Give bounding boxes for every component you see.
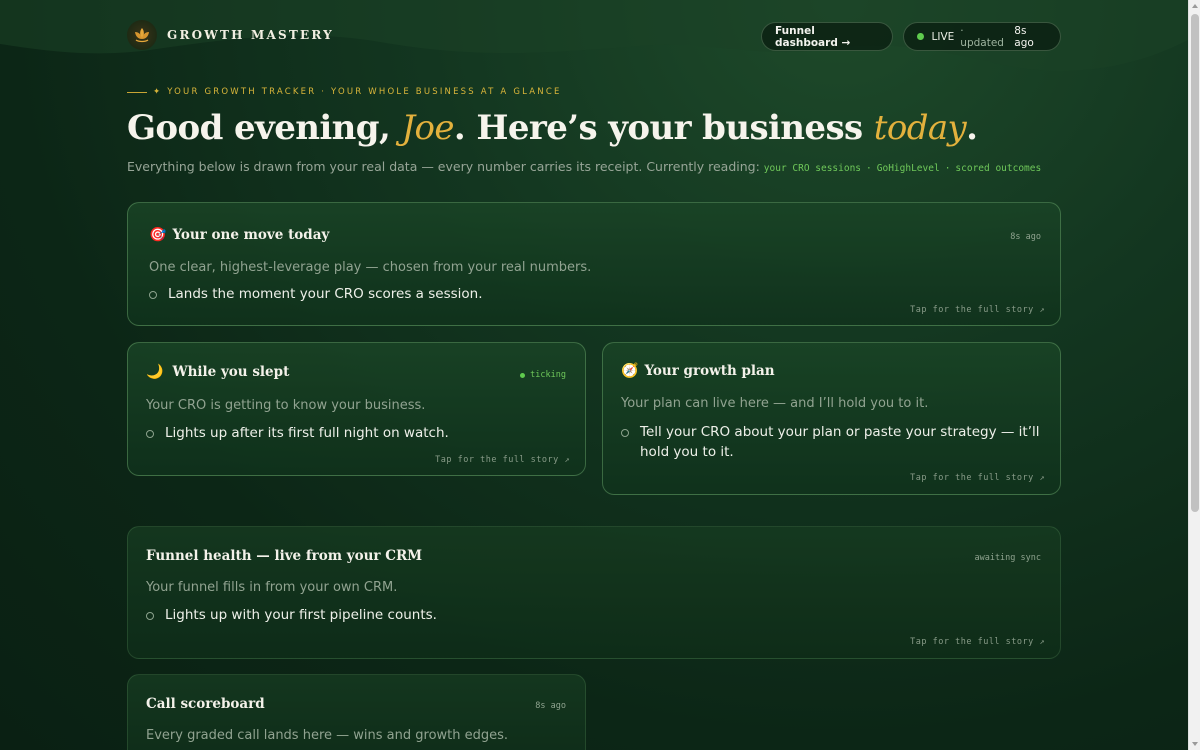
- eyebrow-text: ✦ YOUR GROWTH TRACKER · YOUR WHOLE BUSIN…: [153, 87, 562, 97]
- one-move-card[interactable]: 🎯 Your one move today 8s ago One clear, …: [127, 202, 1061, 326]
- user-name: Joe: [401, 108, 454, 148]
- slept-status: ticking: [520, 370, 566, 380]
- live-updated-time: 8s ago: [1014, 24, 1034, 49]
- eyebrow-rule: [127, 91, 147, 93]
- one-move-item: Lands the moment your CRO scores a sessi…: [149, 284, 483, 304]
- scrollbar-thumb[interactable]: [1191, 14, 1199, 512]
- growth-plan-title: 🧭 Your growth plan: [621, 363, 775, 379]
- slept-status-text: ticking: [530, 370, 566, 380]
- live-updated-label: · updated: [960, 24, 1004, 49]
- brand[interactable]: GROWTH MASTERY: [127, 20, 334, 50]
- brand-name: GROWTH MASTERY: [167, 28, 334, 42]
- one-move-title: 🎯 Your one move today: [149, 227, 329, 243]
- subline-text: Everything below is drawn from your real…: [127, 159, 760, 174]
- top-bar: GROWTH MASTERY Funnel dashboard → LIVE ·…: [127, 20, 1061, 52]
- growth-plan-item-line-2: hold you to it.: [640, 444, 734, 460]
- growth-plan-card[interactable]: 🧭 Your growth plan Your plan can live he…: [602, 342, 1061, 495]
- target-icon: 🎯: [149, 227, 167, 243]
- one-move-item-text: Lands the moment your CRO scores a sessi…: [168, 286, 483, 302]
- funnel-health-card[interactable]: Funnel health — live from your CRM await…: [127, 526, 1061, 659]
- one-move-link[interactable]: Tap for the full story ↗: [910, 305, 1045, 315]
- growth-plan-item-text: Tell your CRO about your plan or paste y…: [640, 422, 1040, 462]
- title-middle: . Here’s your business: [453, 108, 874, 148]
- slept-title: 🌙 While you slept: [146, 364, 289, 380]
- slept-link[interactable]: Tap for the full story ↗: [435, 455, 570, 465]
- compass-icon: 🧭: [621, 363, 639, 379]
- scroll-down-icon[interactable]: [1192, 742, 1198, 746]
- title-today: today: [873, 108, 967, 148]
- call-scoreboard-title: Call scoreboard: [146, 696, 265, 712]
- funnel-dashboard-button[interactable]: Funnel dashboard →: [761, 22, 893, 51]
- lotus-icon: [127, 20, 157, 50]
- growth-plan-item-line-1: Tell your CRO about your plan or paste y…: [640, 424, 1040, 440]
- page-scrollbar[interactable]: [1188, 0, 1200, 750]
- source-gohighlevel: GoHighLevel: [876, 163, 940, 174]
- data-sources-line: Everything below is drawn from your real…: [127, 159, 1041, 174]
- slept-item-text: Lights up after its first full night on …: [165, 425, 449, 441]
- one-move-updated: 8s ago: [1010, 232, 1041, 242]
- card-title-text: Call scoreboard: [146, 696, 265, 712]
- card-title-text: While you slept: [172, 364, 290, 380]
- source-scored-outcomes: scored outcomes: [955, 163, 1042, 174]
- live-status-pill[interactable]: LIVE · updated 8s ago: [903, 22, 1061, 51]
- funnel-health-title: Funnel health — live from your CRM: [146, 548, 422, 564]
- source-cro-sessions: your CRO sessions: [763, 163, 862, 174]
- call-scoreboard-description: Every graded call lands here — wins and …: [146, 728, 509, 743]
- card-title-text: Your one move today: [172, 227, 330, 243]
- funnel-health-description: Your funnel fills in from your own CRM.: [146, 580, 398, 595]
- bullet-icon: [149, 291, 157, 299]
- greeting: Good evening,: [127, 108, 402, 148]
- funnel-health-status: awaiting sync: [974, 553, 1041, 563]
- while-you-slept-card[interactable]: 🌙 While you slept ticking Your CRO is ge…: [127, 342, 586, 476]
- eyebrow: ✦ YOUR GROWTH TRACKER · YOUR WHOLE BUSIN…: [127, 87, 562, 97]
- slept-description: Your CRO is getting to know your busines…: [146, 398, 426, 413]
- bullet-icon: [146, 430, 154, 438]
- source-separator: ·: [944, 163, 951, 174]
- one-move-description: One clear, highest-leverage play — chose…: [149, 260, 592, 275]
- growth-plan-item: Tell your CRO about your plan or paste y…: [621, 422, 1040, 462]
- source-separator: ·: [866, 163, 872, 174]
- call-scoreboard-card[interactable]: Call scoreboard 8s ago Every graded call…: [127, 674, 586, 750]
- bullet-icon: [146, 612, 154, 620]
- slept-item: Lights up after its first full night on …: [146, 423, 449, 443]
- status-dot-icon: [520, 372, 526, 378]
- title-period: .: [966, 108, 978, 148]
- funnel-health-item: Lights up with your first pipeline count…: [146, 605, 437, 625]
- growth-plan-link[interactable]: Tap for the full story ↗: [910, 473, 1045, 483]
- funnel-health-link[interactable]: Tap for the full story ↗: [910, 637, 1045, 647]
- live-label: LIVE: [931, 30, 955, 43]
- status-dot-icon: [917, 33, 924, 40]
- moon-icon: 🌙: [146, 364, 164, 380]
- card-title-text: Your growth plan: [644, 363, 775, 379]
- bullet-icon: [621, 429, 629, 437]
- funnel-health-item-text: Lights up with your first pipeline count…: [165, 607, 437, 623]
- growth-plan-description: Your plan can live here — and I’ll hold …: [621, 396, 929, 411]
- scroll-up-icon[interactable]: [1192, 4, 1198, 8]
- card-title-text: Funnel health — live from your CRM: [146, 548, 423, 564]
- page-title: Good evening, Joe. Here’s your business …: [127, 108, 978, 148]
- call-scoreboard-updated: 8s ago: [535, 701, 566, 711]
